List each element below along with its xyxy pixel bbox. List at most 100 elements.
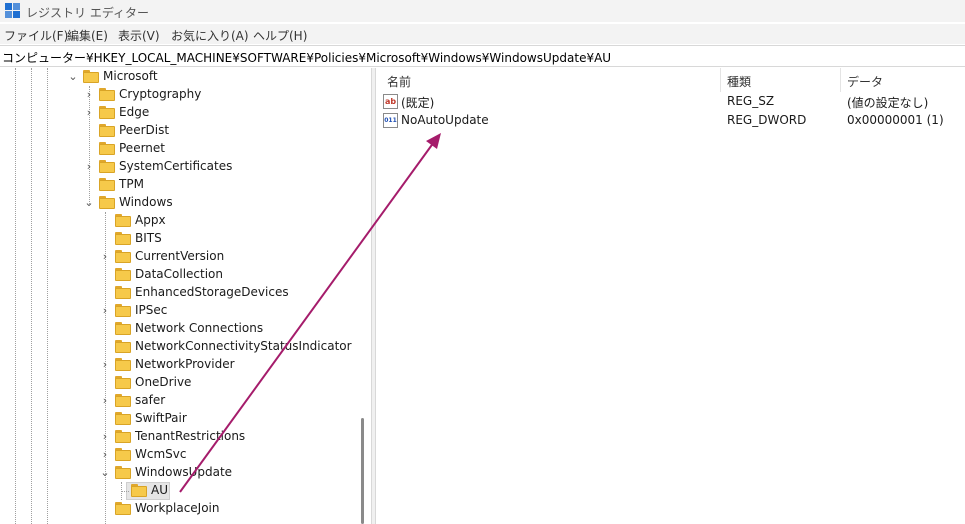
value-row-noautoupdate[interactable]: 011 NoAutoUpdate REG_DWORD 0x00000001 (1…: [377, 112, 965, 130]
folder-icon: [115, 214, 131, 227]
tree-node-enhancedstoragedevices[interactable]: EnhancedStorageDevices: [0, 284, 360, 302]
tree-label: Edge: [119, 105, 150, 119]
folder-icon: [115, 502, 131, 515]
menu-edit[interactable]: 編集(E): [67, 27, 108, 44]
tree-node-appx[interactable]: Appx: [0, 212, 360, 230]
chevron-right-icon[interactable]: ›: [83, 158, 95, 176]
folder-icon: [115, 466, 131, 479]
tree-node-networkprovider[interactable]: › NetworkProvider: [0, 356, 360, 374]
tree-label: Peernet: [119, 141, 165, 155]
folder-icon: [115, 448, 131, 461]
tree-label: WorkplaceJoin: [135, 501, 220, 515]
tree-node-currentversion[interactable]: › CurrentVersion: [0, 248, 360, 266]
value-type: REG_DWORD: [727, 113, 807, 127]
chevron-right-icon[interactable]: ›: [99, 302, 111, 320]
string-value-icon: ab: [383, 94, 398, 109]
tree-node-tpm[interactable]: TPM: [0, 176, 360, 194]
chevron-right-icon[interactable]: ›: [83, 104, 95, 122]
tree-node-windowsupdate[interactable]: ⌄ WindowsUpdate: [0, 464, 360, 482]
title-bar: レジストリ エディター: [0, 0, 965, 22]
folder-icon: [115, 304, 131, 317]
registry-editor-icon: [5, 3, 21, 19]
folder-icon: [99, 196, 115, 209]
menu-file[interactable]: ファイル(F): [4, 27, 68, 44]
tree-node-swiftpair[interactable]: SwiftPair: [0, 410, 360, 428]
value-name: NoAutoUpdate: [401, 113, 489, 127]
tree-label: Microsoft: [103, 69, 158, 83]
tree-label: WcmSvc: [135, 447, 187, 461]
value-name: (既定): [401, 96, 435, 110]
tree-node-onedrive[interactable]: OneDrive: [0, 374, 360, 392]
tree-node-windows[interactable]: ⌄ Windows: [0, 194, 360, 212]
folder-icon: [99, 160, 115, 173]
folder-icon: [115, 358, 131, 371]
address-path[interactable]: コンピューター¥HKEY_LOCAL_MACHINE¥SOFTWARE¥Poli…: [2, 49, 611, 66]
tree-node-tenantrestrictions[interactable]: › TenantRestrictions: [0, 428, 360, 446]
tree-node-bits[interactable]: BITS: [0, 230, 360, 248]
tree-node-safer[interactable]: › safer: [0, 392, 360, 410]
tree-node-wcmsvc[interactable]: › WcmSvc: [0, 446, 360, 464]
tree-label: Cryptography: [119, 87, 202, 101]
menu-help[interactable]: ヘルプ(H): [253, 27, 307, 44]
tree-label: DataCollection: [135, 267, 224, 281]
column-separator[interactable]: [840, 68, 841, 92]
tree-label: SystemCertificates: [119, 159, 233, 173]
folder-icon: [115, 232, 131, 245]
pane-splitter[interactable]: [371, 68, 376, 524]
tree-node-datacollection[interactable]: DataCollection: [0, 266, 360, 284]
tree-node-edge[interactable]: › Edge: [0, 104, 360, 122]
tree-node-ipsec[interactable]: › IPSec: [0, 302, 360, 320]
folder-icon: [115, 250, 131, 263]
column-header-name[interactable]: 名前: [387, 73, 411, 90]
column-separator[interactable]: [720, 68, 721, 92]
chevron-down-icon[interactable]: ⌄: [67, 68, 79, 86]
value-row-default[interactable]: ab (既定) REG_SZ (値の設定なし): [377, 93, 965, 111]
folder-icon: [83, 70, 99, 83]
chevron-right-icon[interactable]: ›: [99, 392, 111, 410]
folder-icon: [115, 412, 131, 425]
tree-label: safer: [135, 393, 166, 407]
chevron-down-icon[interactable]: ⌄: [99, 464, 111, 482]
tree-node-network-connections[interactable]: Network Connections: [0, 320, 360, 338]
tree-node-microsoft[interactable]: ⌄ Microsoft: [0, 68, 360, 86]
tree-node-cryptography[interactable]: › Cryptography: [0, 86, 360, 104]
column-header-type[interactable]: 種類: [727, 73, 751, 90]
folder-icon: [115, 430, 131, 443]
tree-label: Appx: [135, 213, 166, 227]
menu-favorites[interactable]: お気に入り(A): [171, 27, 249, 44]
tree-label: BITS: [135, 231, 162, 245]
window-title: レジストリ エディター: [26, 6, 149, 20]
menu-view[interactable]: 表示(V): [118, 27, 160, 44]
chevron-down-icon[interactable]: ⌄: [83, 194, 95, 212]
column-header-data[interactable]: データ: [847, 73, 883, 90]
tree-label: NetworkProvider: [135, 357, 235, 371]
tree-node-peerdist[interactable]: PeerDist: [0, 122, 360, 140]
chevron-right-icon[interactable]: ›: [99, 356, 111, 374]
tree-label: NetworkConnectivityStatusIndicator: [135, 339, 352, 353]
tree-node-systemcertificates[interactable]: › SystemCertificates: [0, 158, 360, 176]
dword-value-icon: 011: [383, 113, 398, 128]
value-list[interactable]: 名前 種類 データ ab (既定) REG_SZ (値の設定なし) 011 No…: [377, 68, 965, 524]
folder-icon: [99, 178, 115, 191]
tree-node-peernet[interactable]: Peernet: [0, 140, 360, 158]
tree-label: CurrentVersion: [135, 249, 225, 263]
menu-bar: ファイル(F) 編集(E) 表示(V) お気に入り(A) ヘルプ(H): [0, 24, 965, 44]
value-data: 0x00000001 (1): [847, 113, 944, 127]
tree-node-networkconnectivitystatusindicator[interactable]: NetworkConnectivityStatusIndicator: [0, 338, 360, 356]
chevron-right-icon[interactable]: ›: [99, 446, 111, 464]
chevron-right-icon[interactable]: ›: [99, 428, 111, 446]
chevron-right-icon[interactable]: ›: [99, 248, 111, 266]
value-data: (値の設定なし): [847, 96, 929, 110]
tree-label: TenantRestrictions: [135, 429, 246, 443]
tree-node-au[interactable]: AU: [0, 482, 360, 500]
chevron-right-icon[interactable]: ›: [83, 86, 95, 104]
tree-guide: [121, 491, 129, 492]
address-bar[interactable]: コンピューター¥HKEY_LOCAL_MACHINE¥SOFTWARE¥Poli…: [0, 45, 965, 67]
tree-label: Windows: [119, 195, 173, 209]
folder-icon: [99, 106, 115, 119]
registry-tree[interactable]: ⌄ Microsoft › Cryptography › Edge PeerDi…: [0, 68, 371, 524]
folder-icon: [131, 484, 147, 497]
folder-icon: [115, 394, 131, 407]
tree-scrollbar-thumb[interactable]: [361, 418, 364, 524]
tree-node-workplacejoin[interactable]: WorkplaceJoin: [0, 500, 360, 518]
